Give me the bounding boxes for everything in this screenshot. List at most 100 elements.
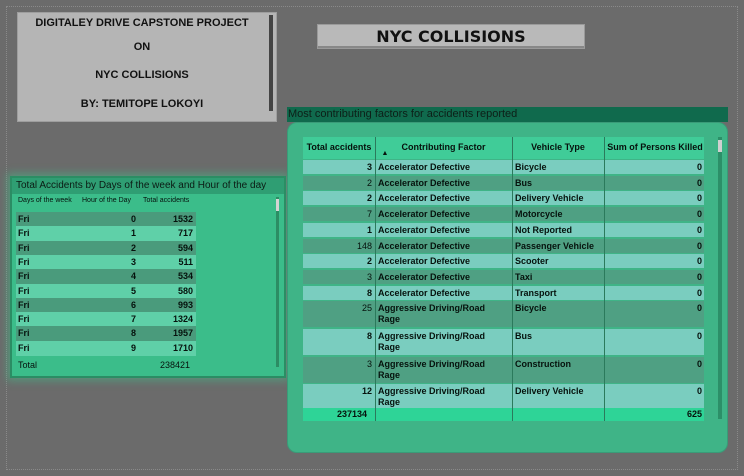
hour-cell: 2 <box>130 242 136 253</box>
column-header-total[interactable]: Total accidents <box>143 197 189 204</box>
vehicle-cell: Delivery Vehicle <box>515 386 584 397</box>
column-divider <box>375 137 376 421</box>
factor-cell: Accelerator Defective <box>378 256 471 267</box>
hour-cell: 5 <box>130 285 136 296</box>
project-title-line: DIGITALEY DRIVE CAPSTONE PROJECT <box>35 17 249 29</box>
day-cell: Fri <box>18 328 30 339</box>
left-total-row: Total 238421 <box>16 358 196 373</box>
day-cell: Fri <box>18 342 30 353</box>
vehicle-cell: Delivery Vehicle <box>515 193 584 204</box>
accidents-cell: 3 <box>366 271 372 282</box>
column-header-total-accidents[interactable]: Total accidents <box>304 142 374 152</box>
killed-cell: 0 <box>696 162 702 172</box>
day-cell: Fri <box>18 285 30 296</box>
hour-cell: 1 <box>130 228 136 239</box>
left-total-value: 238421 <box>160 360 191 370</box>
killed-cell: 0 <box>696 271 702 282</box>
table-row[interactable]: Fri 6 993 <box>16 297 196 313</box>
accidents-cell: 3 <box>366 162 372 172</box>
total-cell: 1324 <box>172 314 193 325</box>
table-row[interactable]: Fri 2 594 <box>16 240 196 256</box>
factor-cell: Accelerator Defective <box>378 240 471 251</box>
left-scroll-thumb[interactable] <box>276 199 279 211</box>
factors-table-scrollbar[interactable] <box>718 137 722 419</box>
factor-cell: Accelerator Defective <box>378 177 471 188</box>
project-author: BY: TEMITOPE LOKOYI <box>80 98 204 110</box>
vehicle-cell: Taxi <box>515 271 533 282</box>
total-cell: 511 <box>178 256 193 267</box>
factor-cell: Accelerator Defective <box>378 193 471 204</box>
total-cell: 1710 <box>172 342 193 353</box>
column-header-contributing-factor[interactable]: Contributing Factor <box>376 142 511 152</box>
killed-cell: 0 <box>696 331 702 341</box>
factors-table-title: Most contributing factors for accidents … <box>287 107 728 122</box>
total-cell: 1532 <box>172 214 193 224</box>
accidents-cell: 25 <box>361 303 372 314</box>
killed-cell: 0 <box>696 224 702 235</box>
factor-cell: Aggressive Driving/Road Rage <box>378 358 486 380</box>
sort-ascending-icon[interactable]: ▲ <box>380 150 390 157</box>
factor-cell: Accelerator Defective <box>378 287 471 298</box>
table-row[interactable]: Fri 8 1957 <box>16 326 196 342</box>
total-cell: 580 <box>177 285 193 296</box>
title-box-scrollbar[interactable] <box>269 15 273 111</box>
factor-cell: Accelerator Defective <box>378 224 471 235</box>
day-cell: Fri <box>18 271 30 282</box>
killed-cell: 0 <box>696 177 702 188</box>
column-header-day[interactable]: Days of the week <box>18 197 72 204</box>
total-cell: 594 <box>177 242 193 253</box>
accidents-cell: 2 <box>366 177 372 188</box>
total-cell: 1957 <box>172 328 193 339</box>
accidents-cell: 8 <box>366 287 372 298</box>
column-header-vehicle-type[interactable]: Vehicle Type <box>513 142 603 152</box>
table-row[interactable]: Fri 4 534 <box>16 269 196 285</box>
accidents-cell: 2 <box>366 193 372 204</box>
days-hours-table-title: Total Accidents by Days of the week and … <box>12 178 284 194</box>
hour-cell: 3 <box>130 256 136 267</box>
table-row[interactable]: Fri 0 1532 <box>16 212 196 227</box>
killed-cell: 0 <box>696 287 702 298</box>
factor-cell: Accelerator Defective <box>378 271 471 282</box>
total-cell: 534 <box>177 271 193 282</box>
accidents-cell: 12 <box>361 386 372 397</box>
factors-scroll-thumb[interactable] <box>718 140 722 152</box>
vehicle-cell: Not Reported <box>515 224 572 235</box>
day-cell: Fri <box>18 299 30 310</box>
project-title-subject: NYC COLLISIONS <box>95 69 189 81</box>
hour-cell: 6 <box>130 299 136 310</box>
vehicle-cell: Motorcycle <box>515 209 563 220</box>
table-row[interactable]: Fri 1 717 <box>16 226 196 242</box>
killed-cell: 0 <box>696 240 702 251</box>
day-cell: Fri <box>18 214 30 224</box>
total-cell: 993 <box>177 299 193 310</box>
left-total-label: Total <box>18 360 38 370</box>
accidents-cell: 8 <box>366 331 372 341</box>
hour-cell: 4 <box>130 271 136 282</box>
accidents-cell: 1 <box>366 224 372 235</box>
factor-cell: Aggressive Driving/Road Rage <box>378 303 486 325</box>
table-row[interactable]: Fri 5 580 <box>16 283 196 299</box>
project-title-box: DIGITALEY DRIVE CAPSTONE PROJECT ON NYC … <box>17 12 277 122</box>
day-cell: Fri <box>18 256 30 267</box>
day-cell: Fri <box>18 242 30 253</box>
accidents-cell: 148 <box>356 240 372 251</box>
hour-cell: 8 <box>130 328 136 339</box>
table-row[interactable]: Fri 9 1710 <box>16 340 196 356</box>
column-divider <box>604 137 605 421</box>
table-row[interactable]: Fri 7 1324 <box>16 312 196 328</box>
vehicle-cell: Passenger Vehicle <box>515 240 595 251</box>
column-header-persons-killed[interactable]: Sum of Persons Killed <box>605 142 705 152</box>
hour-cell: 0 <box>130 214 136 224</box>
vehicle-cell: Construction <box>515 358 571 369</box>
killed-cell: 0 <box>696 303 702 314</box>
column-header-hour[interactable]: Hour of the Day <box>82 197 131 204</box>
day-cell: Fri <box>18 228 30 239</box>
hour-cell: 9 <box>130 342 136 353</box>
accidents-cell: 2 <box>366 256 372 267</box>
total-cell: 717 <box>177 228 193 239</box>
killed-cell: 0 <box>696 193 702 204</box>
table-row[interactable]: Fri 3 511 <box>16 254 196 270</box>
page-title-underline <box>318 46 584 48</box>
accidents-cell: 3 <box>366 358 372 369</box>
left-table-scrollbar[interactable] <box>276 197 279 367</box>
